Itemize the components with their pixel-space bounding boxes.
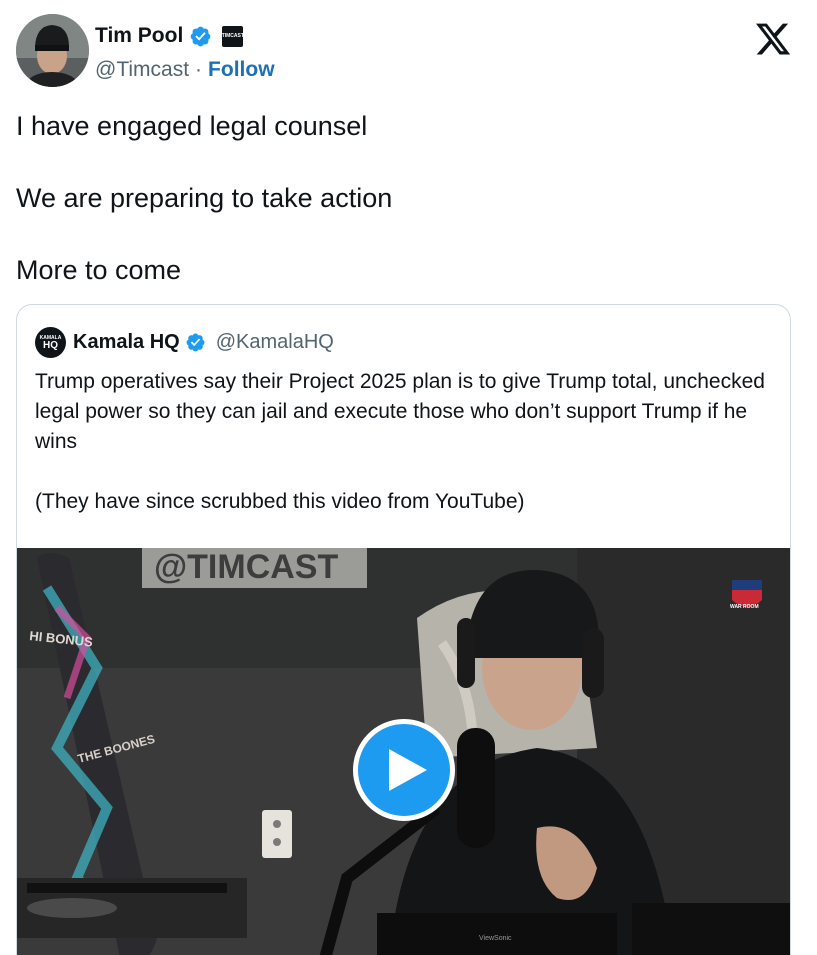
tweet-text: I have engaged legal counsel We are prep… [16,108,796,288]
tweet-line: I have engaged legal counsel [16,111,368,141]
x-logo-icon[interactable] [754,20,792,58]
monitor-brand: ViewSonic [479,935,512,942]
corner-logo: WAR ROOM [730,604,759,610]
quoted-text-line: (They have since scrubbed this video fro… [35,490,525,513]
video-player[interactable]: @TIMCAST HI BONUS THE BOONES ViewSonic W… [17,548,790,955]
affiliate-badge[interactable]: TIMCAST [222,25,244,47]
author-name[interactable]: Tim Pool [95,24,183,48]
tweet-line: We are preparing to take action [16,183,393,213]
play-button[interactable] [353,719,455,821]
tweet-line: More to come [16,255,182,285]
quoted-author-handle: @KamalaHQ [215,331,334,353]
separator-dot: · [195,58,203,81]
quoted-avatar-main: HQ [43,339,58,351]
author-name-row: Tim Pool TIMCAST [95,24,244,48]
quoted-text-line: Trump operatives say their Project 2025 … [35,370,765,453]
play-icon [389,749,427,791]
quoted-tweet[interactable]: KAMALA HQ Kamala HQ @KamalaHQ Trump oper… [16,304,791,955]
verified-badge-icon [190,26,211,46]
verified-badge-icon [186,333,205,352]
quoted-text: Trump operatives say their Project 2025 … [35,367,775,517]
follow-button[interactable]: Follow [208,58,275,82]
quoted-author-name: Kamala HQ [73,331,180,353]
wall-sign: @TIMCAST [154,548,338,586]
author-handle-row: @Timcast · Follow [95,58,275,82]
author-handle[interactable]: @Timcast [95,58,189,82]
quoted-header: KAMALA HQ Kamala HQ @KamalaHQ [35,327,334,358]
quoted-avatar: KAMALA HQ [35,327,66,358]
tweet-header: Tim Pool TIMCAST @Timcast · Follow [16,14,801,90]
author-avatar[interactable] [16,14,89,87]
